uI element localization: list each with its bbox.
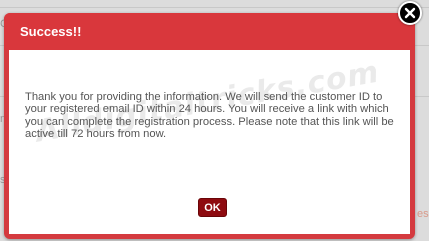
close-button[interactable]	[398, 1, 422, 25]
background-divider	[0, 7, 429, 8]
dialog-body: Alldigitaltricks.com Thank you for provi…	[9, 50, 410, 234]
background-link[interactable]: es	[417, 208, 429, 220]
success-dialog: Success!! Alldigitaltricks.com Thank you…	[4, 13, 415, 239]
dialog-message: Thank you for providing the information.…	[25, 91, 394, 141]
ok-button[interactable]: OK	[198, 198, 227, 217]
dialog-header: Success!!	[4, 13, 415, 50]
dialog-title: Success!!	[20, 24, 82, 39]
close-icon	[404, 7, 416, 19]
